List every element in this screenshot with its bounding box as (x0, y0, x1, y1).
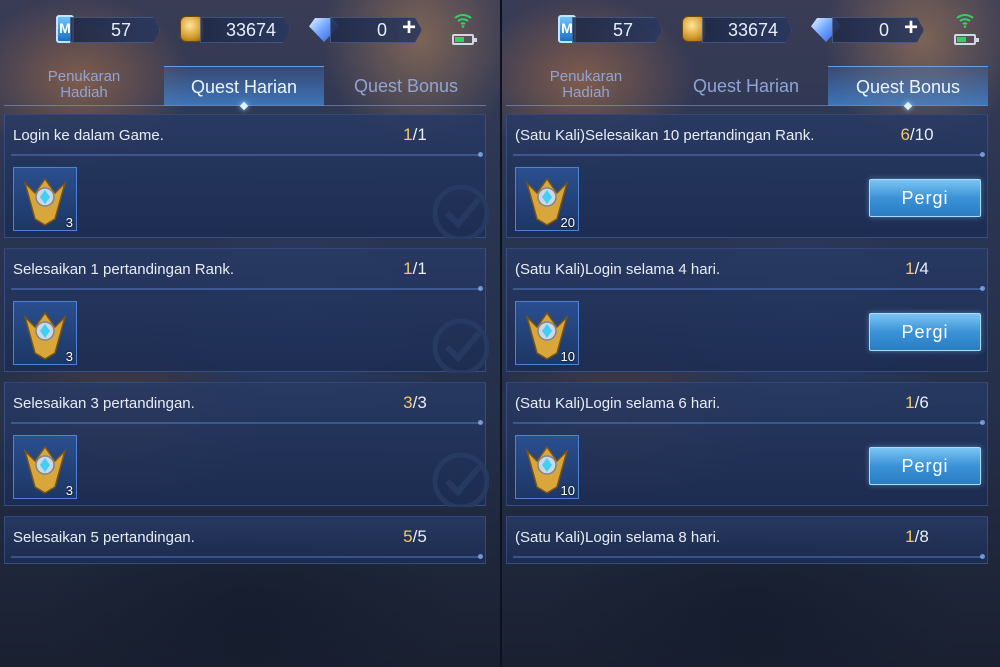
coin-counter: 33674 (200, 17, 290, 43)
bonus-quest-panel: M 57 33674 0 + Penukaran Hadiah Quest Ha… (502, 0, 1000, 667)
quest-progress: 1/1 (403, 259, 427, 278)
emblem-icon (23, 445, 67, 494)
quest-title: (Satu Kali)Login selama 8 hari. (515, 529, 721, 546)
currency-bar: M 57 33674 0 + (502, 12, 1000, 50)
reward-item: 10 (515, 435, 579, 499)
tab-quest-harian[interactable]: Quest Harian (666, 66, 826, 106)
quest-card: Selesaikan 1 pertandingan Rank. 1/1 3 (4, 248, 489, 373)
quest-progress: 1/1 (403, 125, 427, 144)
wifi-icon (454, 14, 472, 28)
quest-tabs: Penukaran Hadiah Quest Harian Quest Bonu… (506, 66, 988, 106)
quest-card: Login ke dalam Game. 1/1 3 (4, 114, 489, 239)
check-circle-icon (432, 184, 489, 239)
quest-progress: 1/6 (905, 393, 929, 412)
reward-item: 3 (13, 435, 77, 499)
reward-item: 20 (515, 167, 579, 231)
progress-bar (11, 554, 483, 559)
quest-card: Selesaikan 3 pertandingan. 3/3 3 (4, 382, 489, 507)
reward-item: 3 (13, 167, 77, 231)
quest-card: (Satu Kali)Login selama 8 hari. 1/8 (506, 516, 988, 564)
quest-title: (Satu Kali)Selesaikan 10 pertandingan Ra… (515, 127, 815, 144)
quest-progress: 6/10 (900, 125, 934, 144)
reward-item: 3 (13, 301, 77, 365)
quest-card: (Satu Kali)Selesaikan 10 pertandingan Ra… (506, 114, 988, 238)
quest-title: (Satu Kali)Login selama 6 hari. (515, 395, 721, 412)
reward-count: 10 (560, 349, 575, 364)
battery-icon (452, 34, 477, 45)
plus-icon[interactable]: + (402, 14, 416, 42)
progress-bar (513, 420, 985, 425)
wifi-icon (956, 14, 974, 28)
emblem-icon (23, 177, 67, 226)
daily-quest-panel: M 57 33674 0 + Penukaran Hadiah Quest Ha… (0, 0, 500, 667)
reward-count: 10 (560, 483, 575, 498)
quest-card: Selesaikan 5 pertandingan. 5/5 (4, 516, 486, 564)
quest-title: Selesaikan 1 pertandingan Rank. (13, 261, 234, 278)
emblem-icon (23, 311, 67, 360)
reward-count: 3 (65, 349, 73, 364)
reward-count: 20 (560, 215, 575, 230)
reward-count: 3 (65, 483, 73, 498)
quest-progress: 5/5 (403, 527, 427, 546)
reward-item: 10 (515, 301, 579, 365)
quest-progress: 3/3 (403, 393, 427, 412)
progress-bar (513, 286, 985, 291)
tab-penukaran-hadiah[interactable]: Penukaran Hadiah (506, 66, 666, 106)
quest-card: (Satu Kali)Login selama 4 hari. 1/4 10 P… (506, 248, 988, 372)
tab-quest-harian[interactable]: Quest Harian (164, 66, 324, 106)
quest-title: Login ke dalam Game. (13, 127, 164, 144)
check-circle-icon (432, 318, 489, 373)
go-button[interactable]: Pergi (869, 447, 981, 485)
tab-penukaran-hadiah[interactable]: Penukaran Hadiah (4, 66, 164, 106)
quest-card: (Satu Kali)Login selama 6 hari. 1/6 10 P… (506, 382, 988, 506)
tab-quest-bonus[interactable]: Quest Bonus (326, 66, 486, 106)
plus-icon[interactable]: + (904, 14, 918, 42)
coin-counter: 33674 (702, 17, 792, 43)
go-button[interactable]: Pergi (869, 179, 981, 217)
progress-bar (513, 152, 985, 157)
medal-counter: 57 (70, 17, 160, 43)
go-button[interactable]: Pergi (869, 313, 981, 351)
battery-icon (954, 34, 979, 45)
reward-count: 3 (65, 215, 73, 230)
progress-bar (513, 554, 985, 559)
medal-counter: 57 (572, 17, 662, 43)
currency-bar: M 57 33674 0 + (0, 12, 500, 50)
quest-progress: 1/4 (905, 259, 929, 278)
tab-quest-bonus[interactable]: Quest Bonus (828, 66, 988, 106)
progress-bar (11, 420, 483, 425)
quest-title: Selesaikan 3 pertandingan. (13, 395, 195, 412)
quest-title: Selesaikan 5 pertandingan. (13, 529, 195, 546)
quest-title: (Satu Kali)Login selama 4 hari. (515, 261, 721, 278)
progress-bar (11, 152, 483, 157)
check-circle-icon (432, 452, 489, 507)
progress-bar (11, 286, 483, 291)
quest-tabs: Penukaran Hadiah Quest Harian Quest Bonu… (4, 66, 486, 106)
quest-progress: 1/8 (905, 527, 929, 546)
